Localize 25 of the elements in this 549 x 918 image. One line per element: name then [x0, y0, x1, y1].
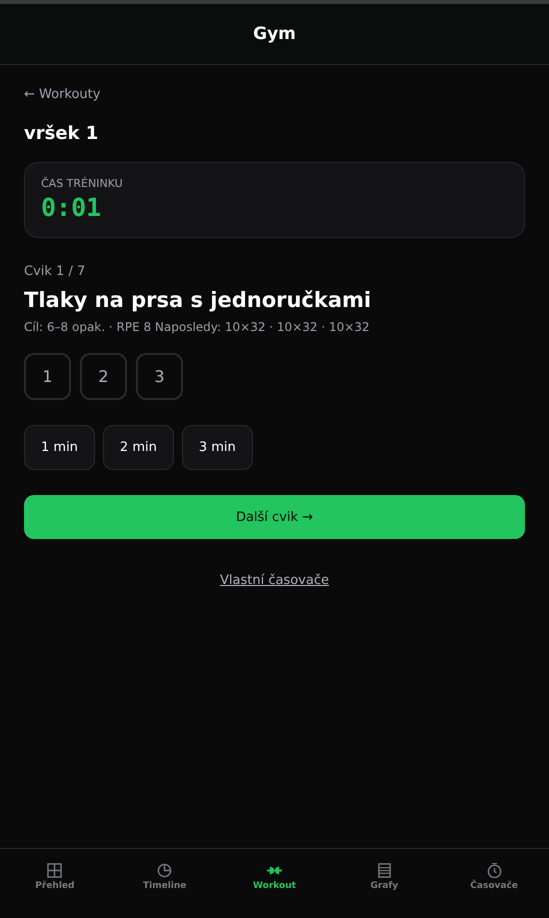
- set-button[interactable]: 1: [24, 353, 71, 400]
- workout-title: vršek 1: [24, 122, 100, 146]
- nav-tab[interactable]: Workout: [220, 849, 330, 918]
- rest-timer-button[interactable]: 3 min: [182, 425, 253, 470]
- nav-tab[interactable]: Grafy: [329, 849, 440, 918]
- custom-timers-link[interactable]: Vlastní časovače: [220, 573, 329, 588]
- rest-timer-button[interactable]: 1 min: [24, 425, 95, 470]
- list-icon: [376, 863, 392, 878]
- timer-label: ČAS TRÉNINKU: [41, 177, 124, 191]
- nav-tab[interactable]: Timeline: [110, 849, 220, 918]
- set-button[interactable]: 3: [136, 353, 183, 400]
- pie-chart-icon: [157, 863, 172, 878]
- set-button[interactable]: 2: [80, 353, 127, 400]
- timer-value: 0:01: [41, 193, 102, 223]
- nav-tab[interactable]: Časovače: [439, 849, 549, 918]
- back-link[interactable]: ← Workouty: [24, 85, 100, 105]
- grid-icon: [47, 863, 62, 878]
- next-exercise-button[interactable]: Další cvik →: [24, 495, 525, 539]
- rest-timer-button[interactable]: 2 min: [102, 425, 174, 470]
- exercise-counter: Cvik 1 / 7: [24, 264, 86, 280]
- stopwatch-icon: [486, 863, 502, 878]
- nav-tab[interactable]: Přehled: [0, 849, 110, 918]
- exercise-target: Cíl: 6–8 opak. · RPE 8 Naposledy: 10×32 · 10×32 · 10×32: [24, 319, 371, 335]
- exercise-name: Tlaky na prsa s jednoručkami: [24, 287, 372, 314]
- app-title: Gym: [253, 24, 296, 44]
